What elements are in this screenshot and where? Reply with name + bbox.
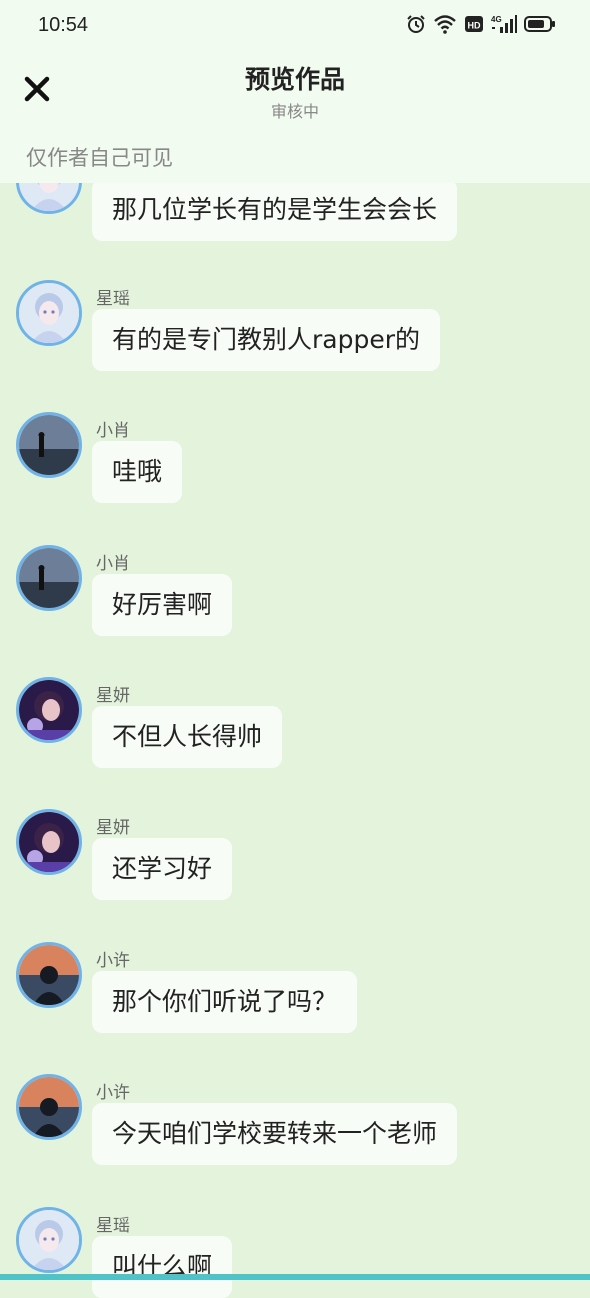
- girl-purple-avatar: [19, 812, 79, 872]
- sender-name: 星瑶: [96, 1216, 130, 1236]
- message-bubble[interactable]: 有的是专门教别人rapper的: [92, 309, 440, 371]
- sender-name: 星瑶: [96, 289, 130, 309]
- wifi-icon: [434, 15, 456, 34]
- anime-girl-avatar: [19, 283, 79, 343]
- hd-icon: HD: [465, 16, 483, 32]
- avatar[interactable]: [16, 545, 82, 611]
- chat-list[interactable]: 那几位学长有的是学生会会长 星瑶 有的是专门教别人rapper的 小肖 哇哦 小…: [0, 0, 590, 1298]
- svg-text:4G: 4G: [491, 15, 502, 24]
- sender-name: 小肖: [96, 554, 130, 574]
- alarm-icon: [407, 15, 425, 33]
- girl-purple-avatar: [19, 680, 79, 740]
- message-bubble[interactable]: 哇哦: [92, 441, 183, 503]
- message-bubble[interactable]: 那几位学长有的是学生会会长: [92, 179, 458, 241]
- sender-name: 星妍: [96, 818, 130, 838]
- top-header: 10:54 HD 4G 预览作品 审核中 仅作者自己可见: [0, 0, 590, 183]
- avatar[interactable]: [16, 412, 82, 478]
- sender-name: 小许: [96, 1083, 130, 1103]
- avatar[interactable]: [16, 280, 82, 346]
- avatar[interactable]: [16, 942, 82, 1008]
- message-bubble[interactable]: 不但人长得帅: [92, 706, 283, 768]
- sunset-man-avatar: [19, 945, 79, 1005]
- silhouette-sea-avatar: [19, 415, 79, 475]
- sender-name: 小许: [96, 951, 130, 971]
- silhouette-sea-avatar: [19, 548, 79, 608]
- avatar[interactable]: [16, 809, 82, 875]
- sunset-man-avatar: [19, 1077, 79, 1137]
- message-bubble[interactable]: 还学习好: [92, 838, 233, 900]
- message-bubble[interactable]: 好厉害啊: [92, 574, 233, 636]
- bottom-bar: [0, 1274, 590, 1280]
- avatar[interactable]: [16, 677, 82, 743]
- sender-name: 小肖: [96, 421, 130, 441]
- page-title: 预览作品: [244, 65, 345, 94]
- avatar[interactable]: [16, 1207, 82, 1273]
- message-bubble[interactable]: 那个你们听说了吗？: [92, 971, 358, 1033]
- avatar[interactable]: [16, 1074, 82, 1140]
- review-status: 审核中: [270, 102, 319, 121]
- sender-name: 星妍: [96, 686, 130, 706]
- svg-text:HD: HD: [468, 21, 481, 31]
- message-bubble[interactable]: 叫什么啊: [92, 1236, 233, 1298]
- battery-icon: [524, 16, 555, 32]
- status-icons: HD 4G: [406, 14, 556, 34]
- anime-girl-avatar: [19, 1210, 79, 1270]
- signal-4g-icon: 4G: [491, 15, 517, 33]
- message-bubble[interactable]: 今天咱们学校要转来一个老师: [92, 1103, 458, 1165]
- status-time: 10:54: [38, 14, 89, 36]
- status-bar: 10:54 HD 4G: [0, 0, 590, 52]
- visibility-note: 仅作者自己可见: [26, 146, 173, 170]
